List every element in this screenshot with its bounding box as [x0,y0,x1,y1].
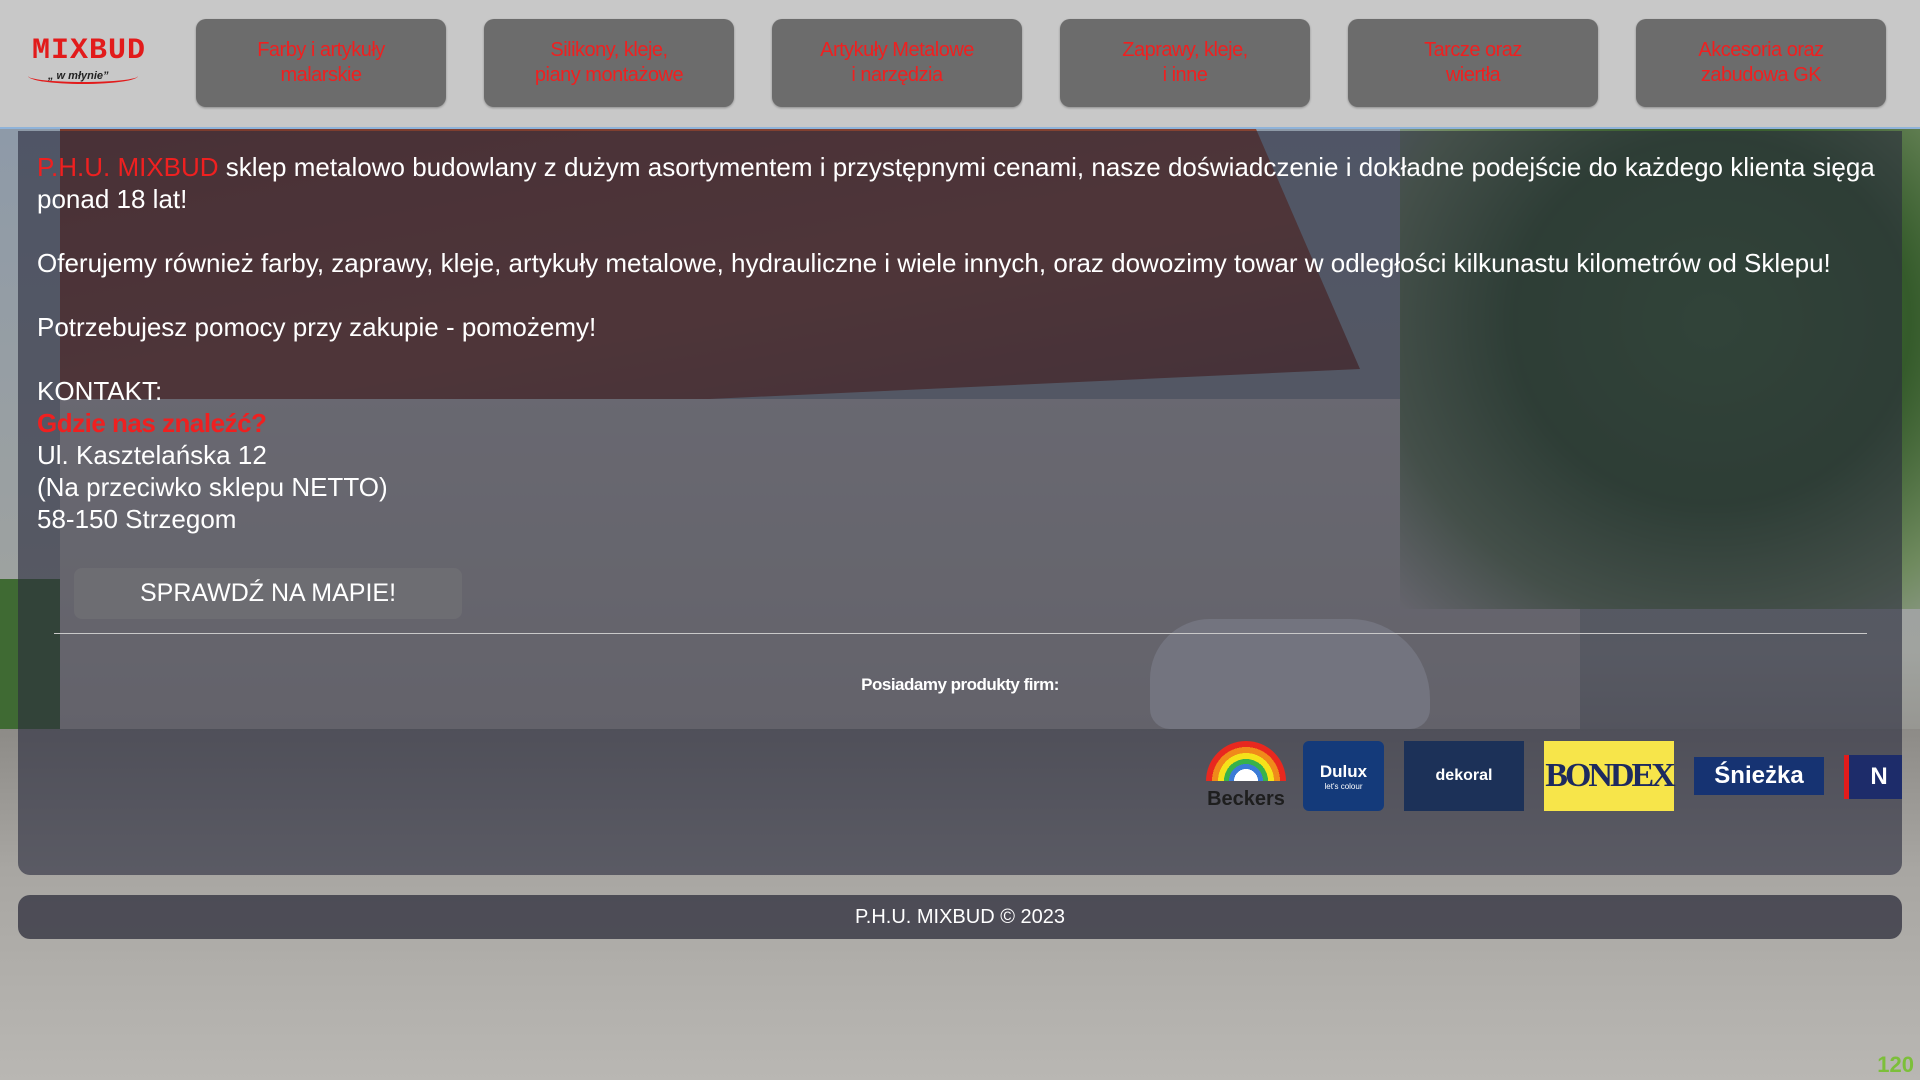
section-divider [54,633,1867,634]
brand-name: P.H.U. MIXBUD [37,152,219,182]
contact-city: 58-150 Strzegom [37,504,237,534]
partial-brand-logo[interactable]: N [1844,755,1902,799]
logo-text: MIXBUD [32,34,147,68]
logo-tagline: „ w młynie” [48,70,109,82]
contact-street: Ul. Kasztelańska 12 [37,440,267,470]
help-paragraph: Potrzebujesz pomocy przy zakupie - pomoż… [37,312,597,342]
nav-button-tarcze[interactable]: Tarcze oraz wiertła [1348,19,1598,107]
dekoral-logo-text: dekoral [1435,767,1493,784]
site-footer: P.H.U. MIXBUD © 2023 [18,895,1902,939]
dekoral-logo[interactable]: dekoral [1404,741,1524,811]
offer-paragraph: Oferujemy również farby, zaprawy, kleje,… [37,248,1831,278]
contact-block: KONTAKT: Gdzie nas znaleźć? Ul. Kasztela… [37,375,388,535]
intro-text: sklep metalowo budowlany z dużym asortym… [37,152,1875,214]
sniezka-logo-text: Śnieżka [1714,762,1804,789]
dulux-logo-sub: let's colour [1324,781,1363,791]
footer-copyright: P.H.U. MIXBUD © 2023 [855,905,1065,928]
main-content-panel: P.H.U. MIXBUD sklep metalowo budowlany z… [18,131,1902,875]
dulux-logo-text: Dulux [1319,761,1368,781]
beckers-logo-text: Beckers [1207,788,1285,810]
nav-button-silikony[interactable]: Silikony, kleje, piany montażowe [484,19,734,107]
dulux-logo[interactable]: Dulux let's colour [1303,741,1384,811]
bondex-logo-text: BONDEX [1545,757,1675,794]
contact-heading: KONTAKT: [37,376,163,406]
nav-button-akcesoria[interactable]: Akcesoria oraz zabudowa GK [1636,19,1886,107]
nav-button-metalowe[interactable]: Artykuły Metalowe i narzędzia [772,19,1022,107]
intro-paragraph: P.H.U. MIXBUD sklep metalowo budowlany z… [37,151,1877,215]
nav-button-farby[interactable]: Farby i artykuły malarskie [196,19,446,107]
sniezka-logo[interactable]: Śnieżka [1694,757,1824,795]
beckers-logo[interactable]: Beckers [1202,741,1290,811]
contact-where-heading: Gdzie nas znaleźć? [37,408,267,438]
contact-landmark: (Na przeciwko sklepu NETTO) [37,472,388,502]
bondex-logo[interactable]: BONDEX [1544,741,1676,811]
brand-logos-carousel: Beckers Dulux let's colour dekoral BONDE… [1202,741,1902,816]
nav-button-zaprawy[interactable]: Zaprawy, kleje, i inne [1060,19,1310,107]
site-header: MIXBUD „ w młynie” Farby i artykuły mala… [0,0,1920,129]
partial-brand-logo-text: N [1870,763,1888,790]
corner-counter: 120 [1877,1052,1914,1077]
category-nav: Farby i artykuły malarskie Silikony, kle… [196,19,1886,107]
site-logo[interactable]: MIXBUD „ w młynie” [28,30,145,90]
brands-label: Posiadamy produkty firm: [861,675,1059,694]
rainbow-icon [1206,741,1286,781]
check-map-button[interactable]: SPRAWDŹ NA MAPIE! [74,568,462,619]
